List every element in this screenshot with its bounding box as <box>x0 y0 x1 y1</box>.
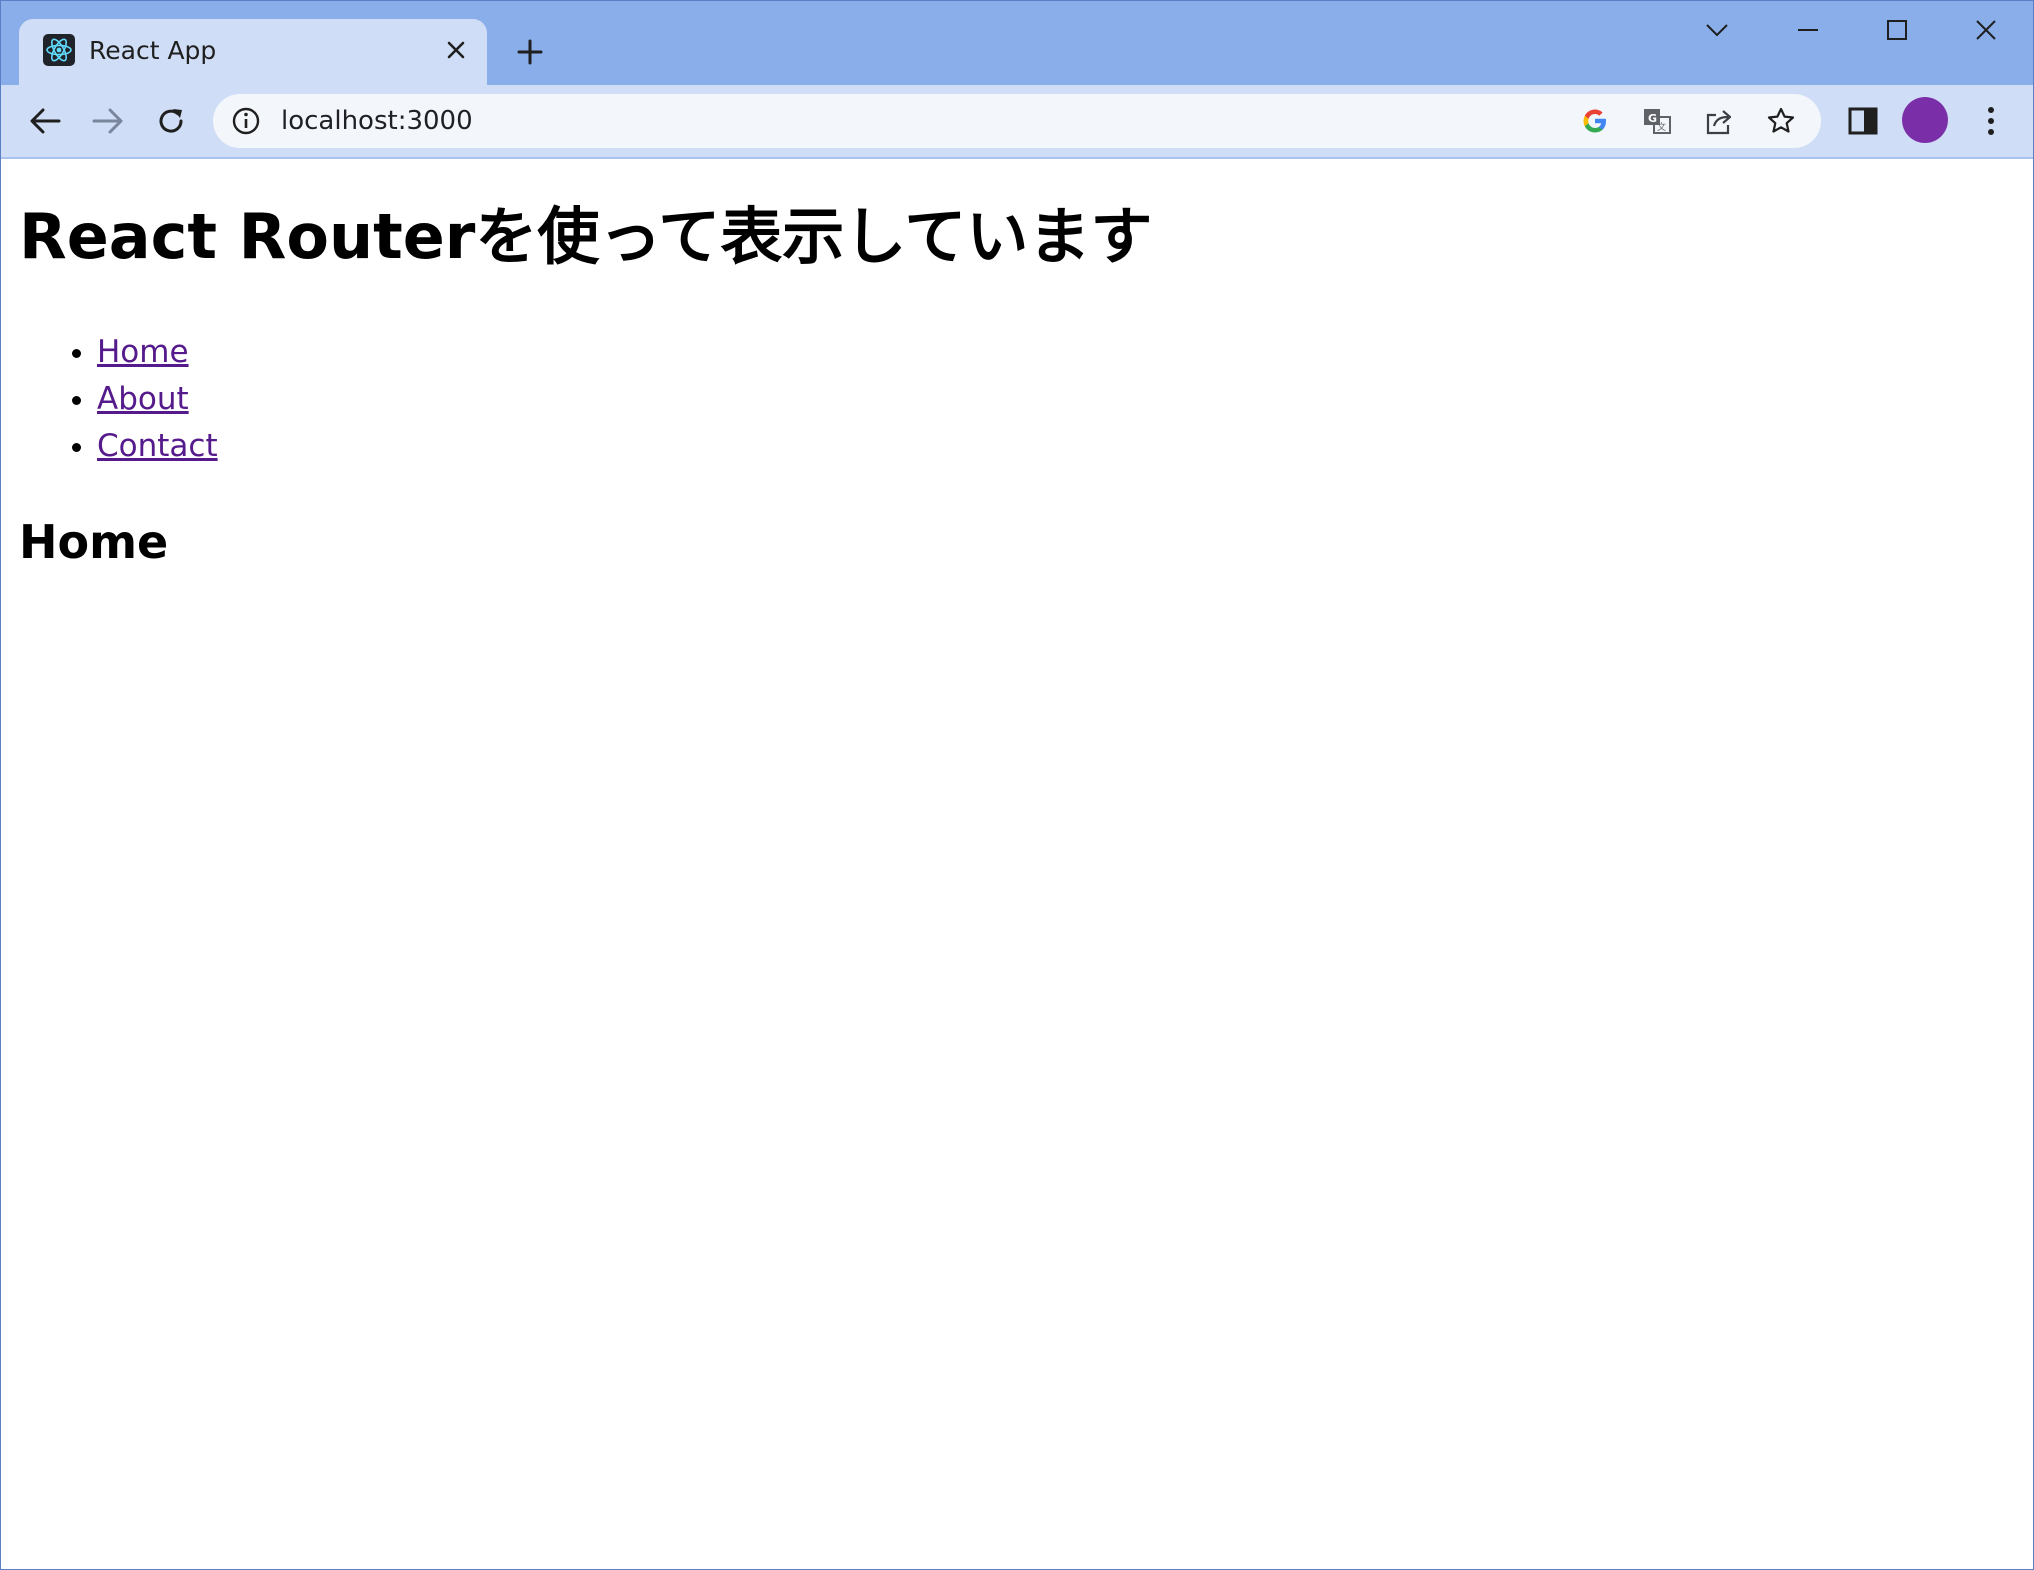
share-icon[interactable] <box>1701 103 1737 139</box>
minimize-icon <box>1798 29 1818 31</box>
page-content: React Routerを使って表示しています Home About Conta… <box>1 159 2033 1569</box>
maximize-icon <box>1887 20 1907 40</box>
tab-react-app[interactable]: React App <box>19 19 487 85</box>
svg-text:G: G <box>1648 112 1657 125</box>
nav-list: Home About Contact <box>1 329 218 470</box>
avatar[interactable] <box>1902 97 1948 143</box>
more-vert-icon <box>1988 107 1994 135</box>
route-heading: Home <box>19 515 169 569</box>
nav-link-about[interactable]: About <box>97 381 189 417</box>
side-panel-icon <box>1848 107 1878 135</box>
reload-button[interactable] <box>147 97 195 145</box>
arrow-right-icon <box>92 108 123 134</box>
google-icon[interactable] <box>1577 103 1613 139</box>
back-button[interactable] <box>21 97 69 145</box>
tab-title: React App <box>89 36 217 65</box>
arrow-left-icon <box>30 108 61 134</box>
translate-icon[interactable]: G 文 <box>1639 103 1675 139</box>
svg-text:文: 文 <box>1657 121 1666 133</box>
side-panel-button[interactable] <box>1839 97 1887 145</box>
nav-link-home[interactable]: Home <box>97 334 189 370</box>
nav-item-about: About <box>97 376 218 423</box>
menu-button[interactable] <box>1967 97 2015 145</box>
reload-icon <box>159 109 183 133</box>
bookmark-star-icon[interactable] <box>1763 103 1799 139</box>
react-logo-icon <box>43 34 75 66</box>
address-bar[interactable]: localhost:3000 G 文 <box>213 94 1821 148</box>
minimize-button[interactable] <box>1776 5 1840 55</box>
maximize-button[interactable] <box>1865 5 1929 55</box>
browser-toolbar: localhost:3000 G 文 <box>1 85 2033 159</box>
tab-search-icon <box>1706 24 1728 37</box>
page-title: React Routerを使って表示しています <box>19 200 1153 273</box>
tab-strip: React App <box>1 1 2033 85</box>
tab-close-icon[interactable] <box>439 33 473 67</box>
close-window-button[interactable] <box>1954 5 2018 55</box>
tab-search-button[interactable] <box>1685 5 1749 55</box>
nav-item-home: Home <box>97 329 218 376</box>
nav-item-contact: Contact <box>97 423 218 470</box>
forward-button[interactable] <box>84 97 132 145</box>
close-icon <box>1976 20 1996 40</box>
address-text: localhost:3000 <box>281 106 473 136</box>
browser-window: React App localhost:3000 G 文 React Route… <box>0 0 2034 1570</box>
new-tab-button[interactable] <box>510 32 550 72</box>
nav-link-contact[interactable]: Contact <box>97 428 218 464</box>
info-icon[interactable] <box>231 106 261 136</box>
plus-icon <box>517 39 543 65</box>
